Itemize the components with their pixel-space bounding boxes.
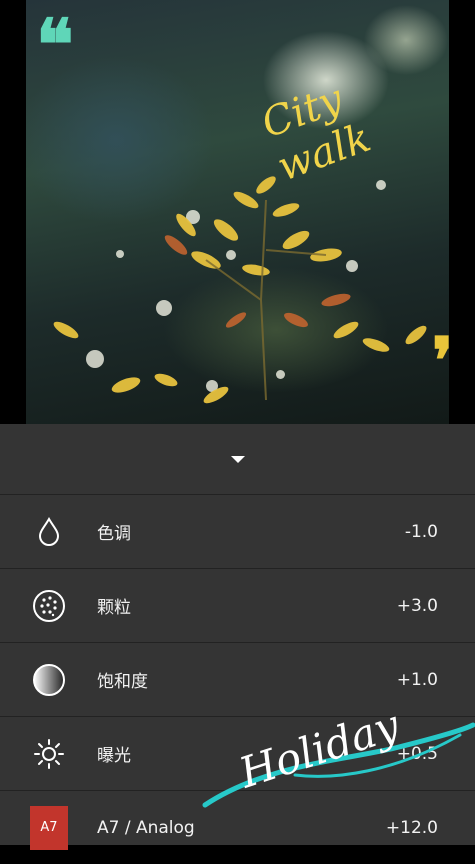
adjustment-label: 颗粒 — [97, 598, 131, 618]
adjustment-row-saturation[interactable]: 饱和度 +1.0 — [0, 642, 475, 716]
adjustment-list: 色调 -1.0 颗粒 +3.0 饱和度 +1.0 曝光 +0.5 A7 A7 /… — [0, 494, 475, 864]
grain-icon — [30, 587, 68, 625]
collapse-panel-button[interactable] — [0, 424, 475, 494]
adjustment-value: +1.0 — [396, 669, 438, 690]
adjustment-value: -1.0 — [404, 521, 438, 542]
drop-icon — [30, 513, 68, 551]
chevron-down-icon — [230, 455, 245, 463]
adjustment-row-preset[interactable]: A7 A7 / Analog +12.0 — [0, 790, 475, 864]
quote-right-sticker[interactable]: ❞ — [432, 330, 449, 394]
photo-preview[interactable]: ❝ ❞ City walk — [0, 0, 475, 424]
adjustment-row-grain[interactable]: 颗粒 +3.0 — [0, 568, 475, 642]
quote-left-sticker[interactable]: ❝ — [36, 10, 74, 80]
adjustment-label: A7 / Analog — [97, 817, 195, 838]
exposure-icon — [30, 735, 68, 773]
adjustment-label: 曝光 — [97, 746, 131, 766]
adjustment-value: +3.0 — [396, 595, 438, 616]
photo-image: ❝ ❞ City walk — [26, 0, 449, 424]
adjustment-row-exposure[interactable]: 曝光 +0.5 — [0, 716, 475, 790]
preset-badge: A7 — [30, 805, 68, 850]
preset-badge-icon: A7 — [30, 805, 68, 850]
adjustment-panel: 色调 -1.0 颗粒 +3.0 饱和度 +1.0 曝光 +0.5 A7 A7 /… — [0, 424, 475, 850]
saturation-icon — [30, 661, 68, 699]
adjustment-row-tone[interactable]: 色调 -1.0 — [0, 494, 475, 568]
adjustment-value: +0.5 — [396, 743, 438, 764]
adjustment-label: 色调 — [97, 524, 131, 544]
adjustment-label: 饱和度 — [97, 672, 148, 692]
adjustment-value: +12.0 — [385, 817, 438, 838]
